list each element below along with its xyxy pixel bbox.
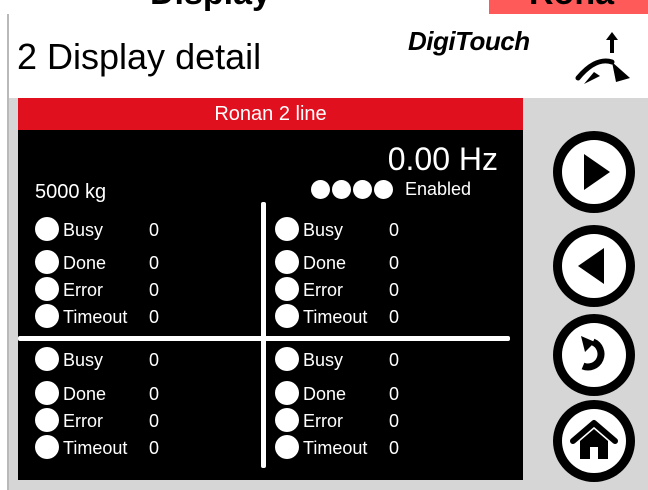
done-indicator <box>275 250 299 274</box>
weight-readout: 5000 kg <box>35 181 107 203</box>
timeout-value: 0 <box>149 438 160 458</box>
digitouch-logo: DigiTouch <box>408 26 644 96</box>
top-strip: Display Rona <box>0 0 648 14</box>
busy-value: 0 <box>149 220 160 240</box>
busy-value: 0 <box>389 220 400 240</box>
timeout-indicator <box>275 304 299 328</box>
error-indicator <box>275 408 299 432</box>
play-back-icon <box>578 248 604 284</box>
timeout-value: 0 <box>149 307 160 327</box>
cut-off-tab-label: Rona <box>529 0 614 13</box>
error-indicator <box>35 277 59 301</box>
busy-label: Busy <box>63 220 104 240</box>
done-label: Done <box>63 384 107 404</box>
error-label: Error <box>63 411 103 431</box>
error-label: Error <box>303 280 343 300</box>
cut-off-tab: Rona <box>489 0 648 14</box>
done-indicator <box>275 381 299 405</box>
done-label: Done <box>63 253 107 273</box>
status-led <box>311 180 330 199</box>
enabled-label: Enabled <box>405 179 472 199</box>
error-value: 0 <box>389 411 400 431</box>
busy-label: Busy <box>303 350 344 370</box>
cut-off-title: Display <box>150 0 271 13</box>
error-label: Error <box>303 411 343 431</box>
previous-button[interactable] <box>553 225 635 307</box>
error-value: 0 <box>149 280 160 300</box>
play-forward-icon <box>584 154 610 190</box>
return-button[interactable] <box>553 314 635 396</box>
error-label: Error <box>63 280 103 300</box>
timeout-value: 0 <box>389 438 400 458</box>
timeout-label: Timeout <box>63 438 128 458</box>
busy-value: 0 <box>389 350 400 370</box>
return-icon <box>581 336 605 371</box>
error-indicator <box>275 277 299 301</box>
done-value: 0 <box>149 253 160 273</box>
status-led <box>332 180 351 199</box>
done-label: Done <box>303 384 347 404</box>
status-led <box>353 180 372 199</box>
done-value: 0 <box>389 253 400 273</box>
busy-indicator <box>275 347 299 371</box>
error-value: 0 <box>149 411 160 431</box>
busy-value: 0 <box>149 350 160 370</box>
busy-label: Busy <box>303 220 344 240</box>
busy-indicator <box>35 217 59 241</box>
done-indicator <box>35 381 59 405</box>
status-leds <box>311 180 393 200</box>
done-value: 0 <box>389 384 400 404</box>
frequency-readout: 0.00 Hz <box>387 141 498 177</box>
busy-indicator <box>275 217 299 241</box>
timeout-label: Timeout <box>303 438 368 458</box>
status-led <box>374 180 393 199</box>
horizontal-divider <box>18 336 510 341</box>
timeout-indicator <box>275 435 299 459</box>
timeout-indicator <box>35 435 59 459</box>
next-button[interactable] <box>553 131 635 213</box>
error-indicator <box>35 408 59 432</box>
done-value: 0 <box>149 384 160 404</box>
home-icon <box>570 420 618 459</box>
timeout-label: Timeout <box>303 307 368 327</box>
vertical-divider <box>261 202 266 468</box>
home-button[interactable] <box>553 400 635 482</box>
timeout-value: 0 <box>389 307 400 327</box>
busy-indicator <box>35 347 59 371</box>
error-value: 0 <box>389 280 400 300</box>
done-indicator <box>35 250 59 274</box>
done-label: Done <box>303 253 347 273</box>
timeout-indicator <box>35 304 59 328</box>
page-title: 2 Display detail <box>17 36 262 77</box>
busy-label: Busy <box>63 350 104 370</box>
line-banner: Ronan 2 line <box>18 98 523 130</box>
timeout-label: Timeout <box>63 307 128 327</box>
